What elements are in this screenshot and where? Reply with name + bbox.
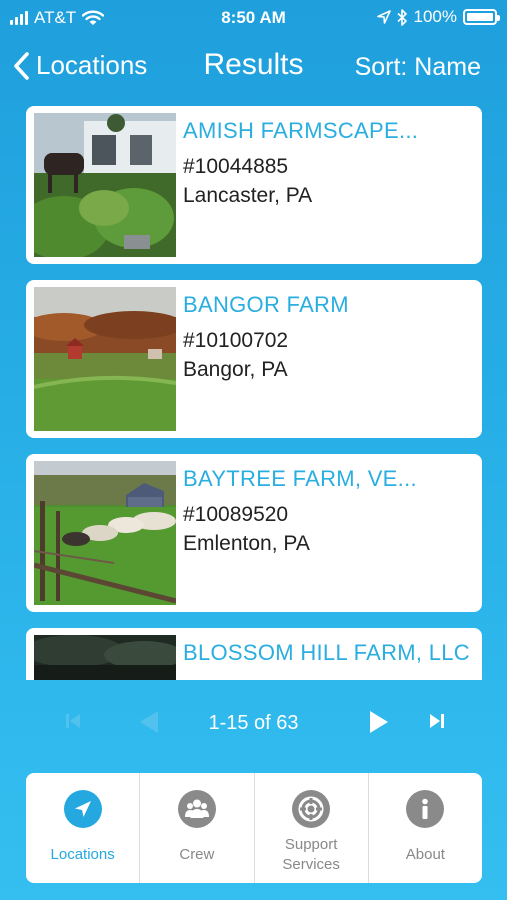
result-info: BLOSSOM HILL FARM, LLC <box>183 640 472 666</box>
skip-first-icon <box>66 714 80 728</box>
navigation-bar: Locations Results Sort: Name <box>0 40 507 96</box>
back-button[interactable]: Locations <box>12 50 147 81</box>
last-page-button[interactable] <box>428 710 446 737</box>
farm-thumbnail <box>34 287 176 431</box>
farm-thumbnail <box>34 113 176 257</box>
result-number: #10089520 <box>183 503 289 526</box>
results-list: AMISH FARMSCAPE... #10044885 Lancaster, … <box>26 106 482 680</box>
bluetooth-icon <box>396 8 407 26</box>
battery-percent: 100% <box>413 7 457 26</box>
sort-button[interactable]: Sort: Name <box>355 53 481 82</box>
result-name: BAYTREE FARM, VE... <box>183 466 417 491</box>
pagination-bar: 1-15 of 63 <box>0 700 507 744</box>
result-number: #10044885 <box>183 155 289 178</box>
tab-locations[interactable]: Locations <box>26 773 141 883</box>
farm-thumbnail <box>34 461 176 605</box>
next-page-button[interactable] <box>368 710 390 739</box>
farm-thumbnail <box>34 635 176 680</box>
result-number: #10100702 <box>183 329 289 352</box>
result-name: BANGOR FARM <box>183 292 349 317</box>
skip-last-icon <box>430 714 444 728</box>
chevron-left-icon <box>14 51 29 80</box>
result-card[interactable]: BANGOR FARM #10100702 Bangor, PA <box>26 280 482 438</box>
previous-page-button[interactable] <box>138 710 160 739</box>
location-arrow-icon <box>63 790 102 828</box>
result-info: BAYTREE FARM, VE... #10089520 Emlenton, … <box>183 466 472 556</box>
tab-label-line1: Support <box>284 836 338 853</box>
result-city: Lancaster, PA <box>183 184 313 207</box>
lifebuoy-icon <box>292 790 331 828</box>
result-name: AMISH FARMSCAPE... <box>183 118 419 143</box>
tab-label-line2: Services <box>282 856 340 873</box>
play-right-icon <box>370 711 388 733</box>
tab-label: About <box>405 846 445 863</box>
tab-label: Crew <box>179 846 215 863</box>
location-services-icon <box>376 10 391 24</box>
result-card[interactable]: AMISH FARMSCAPE... #10044885 Lancaster, … <box>26 106 482 264</box>
tab-crew[interactable]: Crew <box>140 773 255 883</box>
back-button-label: Locations <box>36 50 148 80</box>
tab-about[interactable]: About <box>369 773 482 883</box>
result-name: BLOSSOM HILL FARM, LLC <box>183 640 470 665</box>
tab-label: Locations <box>50 846 115 863</box>
result-card[interactable]: BAYTREE FARM, VE... #10089520 Emlenton, … <box>26 454 482 612</box>
result-info: BANGOR FARM #10100702 Bangor, PA <box>183 292 472 382</box>
status-bar-right: 100% <box>376 7 500 27</box>
status-bar: AT&T 8:50 AM 100% <box>0 0 507 36</box>
tab-support-services[interactable]: Support Services <box>255 773 369 883</box>
play-left-icon <box>140 711 158 733</box>
info-icon <box>406 790 445 828</box>
people-icon <box>177 790 216 828</box>
battery-icon <box>463 9 500 25</box>
result-city: Emlenton, PA <box>183 532 310 555</box>
result-card[interactable]: BLOSSOM HILL FARM, LLC <box>26 628 482 680</box>
tab-bar: Locations Crew Support Services About <box>26 773 482 883</box>
first-page-button[interactable] <box>64 710 82 737</box>
result-city: Bangor, PA <box>183 358 288 381</box>
result-info: AMISH FARMSCAPE... #10044885 Lancaster, … <box>183 118 472 208</box>
